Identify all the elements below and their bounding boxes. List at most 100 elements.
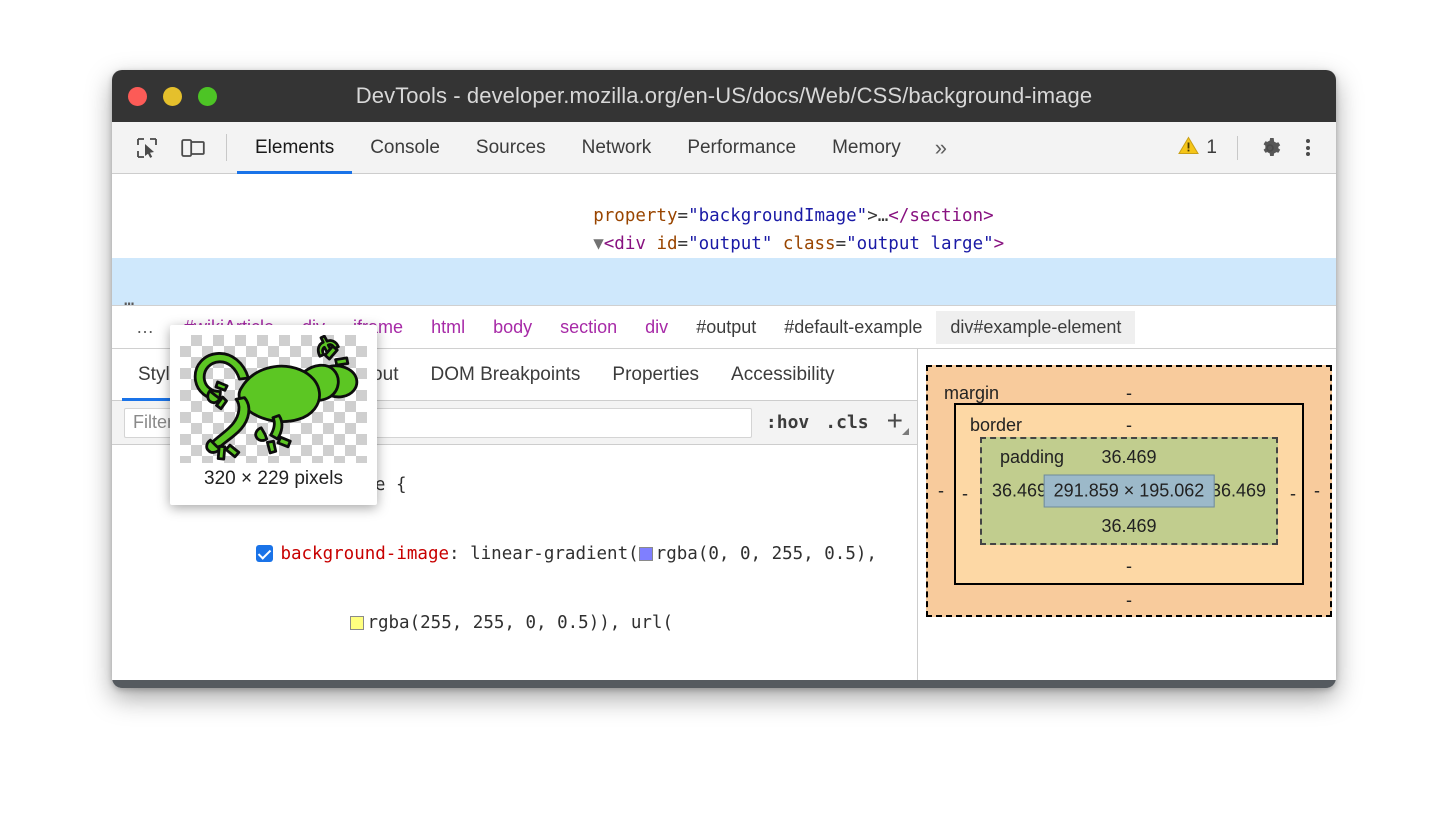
lizard-image-preview [180, 335, 367, 463]
hov-button[interactable]: :hov [758, 412, 817, 433]
window-title: DevTools - developer.mozilla.org/en-US/d… [112, 83, 1336, 109]
margin-right-value[interactable]: - [1314, 481, 1320, 502]
tab-label: Sources [476, 137, 546, 159]
close-button[interactable] [128, 87, 147, 106]
image-preview-caption: 320 × 229 pixels [180, 468, 367, 490]
tab-sources[interactable]: Sources [458, 122, 564, 173]
margin-top-value[interactable]: - [1126, 383, 1132, 404]
tab-label: Memory [832, 137, 901, 159]
tab-console[interactable]: Console [352, 122, 458, 173]
declaration-value-line-2: rgba(255, 255, 0, 0.5)), url( [112, 589, 917, 658]
padding-right-value[interactable]: 36.469 [1211, 481, 1266, 502]
dom-attr-value: "output" [688, 234, 772, 254]
box-model-border[interactable]: border - - - - padding 36.469 36.469 36.… [954, 403, 1304, 585]
dom-attr-name: id [646, 234, 678, 254]
devtools-toolbar: Elements Console Sources Network Perform… [112, 122, 1336, 174]
margin-bottom-value[interactable]: - [1126, 590, 1132, 611]
breadcrumb-item-div-2[interactable]: div [631, 311, 682, 344]
tab-properties[interactable]: Properties [596, 349, 715, 400]
breadcrumb-item-section[interactable]: section [546, 311, 631, 344]
tab-label: Network [582, 137, 652, 159]
dom-row-selected[interactable]: … <div id="example-element" style="backg… [112, 258, 1336, 286]
kebab-menu-icon[interactable] [1294, 137, 1322, 159]
breadcrumb-item-body[interactable]: body [479, 311, 546, 344]
warning-indicator[interactable]: 1 [1166, 136, 1229, 160]
dom-tag: <div [604, 234, 646, 254]
dom-punct: > [867, 206, 878, 226]
breadcrumb-item-default-example[interactable]: #default-example [770, 311, 936, 344]
dom-text: … [878, 206, 889, 226]
box-model-padding[interactable]: padding 36.469 36.469 36.469 36.469 291.… [980, 437, 1278, 545]
tab-label: Properties [612, 364, 699, 386]
tab-elements[interactable]: Elements [237, 122, 352, 173]
minimize-button[interactable] [163, 87, 182, 106]
window-controls [128, 87, 217, 106]
tab-label: Accessibility [731, 364, 834, 386]
kebab-dots [1306, 137, 1310, 159]
warning-count: 1 [1206, 137, 1217, 159]
tab-label: Performance [687, 137, 796, 159]
tab-network[interactable]: Network [564, 122, 670, 173]
property-name[interactable]: background-image [280, 544, 449, 564]
tab-memory[interactable]: Memory [814, 122, 919, 173]
dom-attr-name: property [593, 206, 677, 226]
tab-label: Elements [255, 137, 334, 159]
padding-top-value[interactable]: 36.469 [1101, 447, 1156, 468]
dom-row-ellipsis[interactable]: … [124, 286, 136, 305]
more-tabs-button[interactable]: » [919, 122, 963, 173]
device-toolbar-icon[interactable] [170, 122, 216, 173]
panel-tabs: Elements Console Sources Network Perform… [237, 122, 963, 173]
inspect-element-icon[interactable] [124, 122, 170, 173]
declaration-checkbox[interactable] [256, 545, 273, 562]
computed-pane: margin - - - - border - - - - padding 36… [918, 349, 1336, 688]
dom-close-tag: </section> [888, 206, 993, 226]
box-model-content-size[interactable]: 291.859 × 195.062 [1044, 475, 1215, 508]
border-right-value[interactable]: - [1290, 484, 1296, 505]
border-bottom-value[interactable]: - [1126, 556, 1132, 577]
breadcrumb-overflow-button[interactable]: … [122, 317, 170, 338]
color-swatch-blue[interactable] [639, 547, 653, 561]
padding-left-value[interactable]: 36.469 [992, 481, 1047, 502]
box-model-margin[interactable]: margin - - - - border - - - - padding 36… [926, 365, 1332, 617]
dom-attr-value: "backgroundImage" [688, 206, 867, 226]
breadcrumb-item-html[interactable]: html [417, 311, 479, 344]
border-top-value[interactable]: - [1126, 415, 1132, 436]
color-swatch-yellow[interactable] [350, 616, 364, 630]
box-model-diagram: margin - - - - border - - - - padding 36… [926, 365, 1336, 688]
padding-bottom-value[interactable]: 36.469 [1101, 516, 1156, 537]
margin-left-value[interactable]: - [938, 481, 944, 502]
new-style-rule-button[interactable]: + [877, 407, 911, 439]
margin-label: margin [944, 383, 999, 404]
image-preview-tooltip: 320 × 229 pixels [170, 325, 377, 505]
cls-button[interactable]: .cls [817, 412, 876, 433]
expand-triangle-icon[interactable]: ▼ [593, 234, 604, 254]
breadcrumb-item-output[interactable]: #output [682, 311, 770, 344]
border-left-value[interactable]: - [962, 484, 968, 505]
dom-attr-name: class [772, 234, 835, 254]
plus-icon: + [887, 405, 903, 436]
tab-performance[interactable]: Performance [669, 122, 814, 173]
horizontal-scrollbar[interactable] [112, 680, 1336, 688]
dom-tree[interactable]: property="backgroundImage">…</section> ▼… [112, 174, 1336, 305]
toolbar-divider-2 [1237, 136, 1238, 160]
zoom-button[interactable] [198, 87, 217, 106]
gear-icon[interactable] [1246, 136, 1294, 160]
value-line-1[interactable]: linear-gradient(rgba(0, 0, 255, 0.5), [470, 544, 877, 564]
dom-punct: > [994, 234, 1005, 254]
padding-label: padding [1000, 447, 1064, 468]
window-titlebar: DevTools - developer.mozilla.org/en-US/d… [112, 70, 1336, 122]
tab-accessibility[interactable]: Accessibility [715, 349, 850, 400]
value-line-2-text: rgba(255, 255, 0, 0.5)), url( [367, 613, 673, 633]
dom-punct: = [836, 234, 847, 254]
dom-punct: = [678, 234, 689, 254]
tab-label: DOM Breakpoints [430, 364, 580, 386]
toolbar-right-actions: 1 [1166, 122, 1336, 173]
dom-attr-value: "output large" [846, 234, 994, 254]
declaration-background-image[interactable]: background-image: linear-gradient(rgba(0… [112, 520, 917, 589]
warning-icon [1178, 136, 1199, 160]
dom-row[interactable]: property="backgroundImage">…</section> [112, 174, 1336, 202]
dom-punct: = [678, 206, 689, 226]
dom-row-selected-continuation[interactable]: gradient(rgba(0, 0, 255, 0.5), rgba(255,… [112, 286, 1336, 305]
tab-dom-breakpoints[interactable]: DOM Breakpoints [414, 349, 596, 400]
breadcrumb-item-example-element[interactable]: div#example-element [936, 311, 1135, 344]
